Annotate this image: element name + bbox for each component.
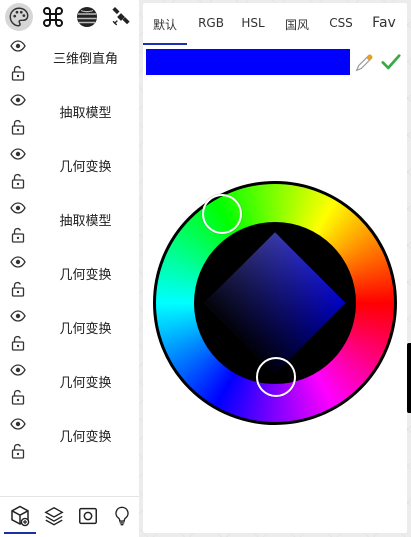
- object-name: 几何变换: [59, 160, 112, 175]
- object-name: 抽取模型: [59, 214, 112, 229]
- model-tab-button[interactable]: [6, 502, 34, 530]
- eye-icon[interactable]: [10, 310, 26, 322]
- eye-icon[interactable]: [10, 418, 26, 430]
- tab-fav[interactable]: Fav: [369, 15, 399, 31]
- palette-button[interactable]: [5, 3, 33, 31]
- color-wheel[interactable]: [153, 181, 397, 425]
- list-item[interactable]: 几何变换: [0, 358, 139, 412]
- current-color-swatch: [146, 49, 350, 75]
- unlock-icon[interactable]: [10, 65, 26, 81]
- unlock-icon[interactable]: [10, 389, 26, 405]
- unlock-icon[interactable]: [10, 443, 26, 459]
- tab-guofeng[interactable]: 国风: [283, 16, 311, 33]
- tab-rgb[interactable]: RGB: [195, 16, 227, 30]
- hue-handle[interactable]: [202, 194, 242, 234]
- side-drawer-handle[interactable]: [407, 343, 411, 413]
- cube-tool-icon: [11, 505, 30, 527]
- object-name: 几何变换: [59, 430, 112, 445]
- active-tab-indicator: [4, 532, 36, 534]
- texture-sphere-icon: [77, 7, 97, 27]
- list-item[interactable]: 抽取模型: [0, 88, 139, 142]
- palette-icon: [9, 7, 29, 27]
- texture-button[interactable]: [73, 3, 101, 31]
- satellite-icon: [112, 7, 130, 26]
- color-mode-tabs: 默认 RGB HSL 国风 CSS Fav: [143, 3, 407, 45]
- camera-frame-icon: [79, 507, 97, 525]
- check-icon[interactable]: [380, 52, 402, 72]
- object-panel: 三维倒直角 抽取模型 几何变换 抽取模型 几何变换 几何变换 几何变换 几何变换: [0, 0, 139, 537]
- layers-icon: [44, 506, 64, 526]
- command-icon: [43, 7, 63, 27]
- top-toolbar: [0, 0, 139, 34]
- eye-icon[interactable]: [10, 40, 26, 52]
- bottom-toolbar: [0, 496, 139, 537]
- list-item[interactable]: 几何变换: [0, 250, 139, 304]
- eyedropper-icon[interactable]: [354, 51, 376, 73]
- active-tab-indicator: [143, 43, 187, 45]
- tab-css[interactable]: CSS: [325, 16, 357, 30]
- eye-icon[interactable]: [10, 94, 26, 106]
- object-name: 几何变换: [59, 322, 112, 337]
- unlock-icon[interactable]: [10, 335, 26, 351]
- saturation-value-handle[interactable]: [256, 357, 296, 397]
- list-item[interactable]: 几何变换: [0, 142, 139, 196]
- camera-tab-button[interactable]: [74, 502, 102, 530]
- object-name: 几何变换: [59, 376, 112, 391]
- list-item[interactable]: 抽取模型: [0, 196, 139, 250]
- layers-tab-button[interactable]: [40, 502, 68, 530]
- tab-default[interactable]: 默认: [153, 16, 177, 33]
- tab-hsl[interactable]: HSL: [237, 16, 269, 30]
- list-item[interactable]: 几何变换: [0, 412, 139, 466]
- object-name: 几何变换: [59, 268, 112, 283]
- eye-icon[interactable]: [10, 202, 26, 214]
- eye-icon[interactable]: [10, 364, 26, 376]
- color-picker-panel: 默认 RGB HSL 国风 CSS Fav: [143, 3, 407, 533]
- object-name: 三维倒直角: [52, 52, 118, 67]
- unlock-icon[interactable]: [10, 281, 26, 297]
- eye-icon[interactable]: [10, 256, 26, 268]
- light-tab-button[interactable]: [108, 502, 136, 530]
- list-item[interactable]: 几何变换: [0, 304, 139, 358]
- command-button[interactable]: [39, 3, 67, 31]
- lightbulb-icon: [115, 506, 129, 526]
- object-name: 抽取模型: [59, 106, 112, 121]
- eye-icon[interactable]: [10, 148, 26, 160]
- list-item[interactable]: 三维倒直角: [0, 34, 139, 88]
- unlock-icon[interactable]: [10, 227, 26, 243]
- satellite-button[interactable]: [107, 3, 135, 31]
- unlock-icon[interactable]: [10, 173, 26, 189]
- unlock-icon[interactable]: [10, 119, 26, 135]
